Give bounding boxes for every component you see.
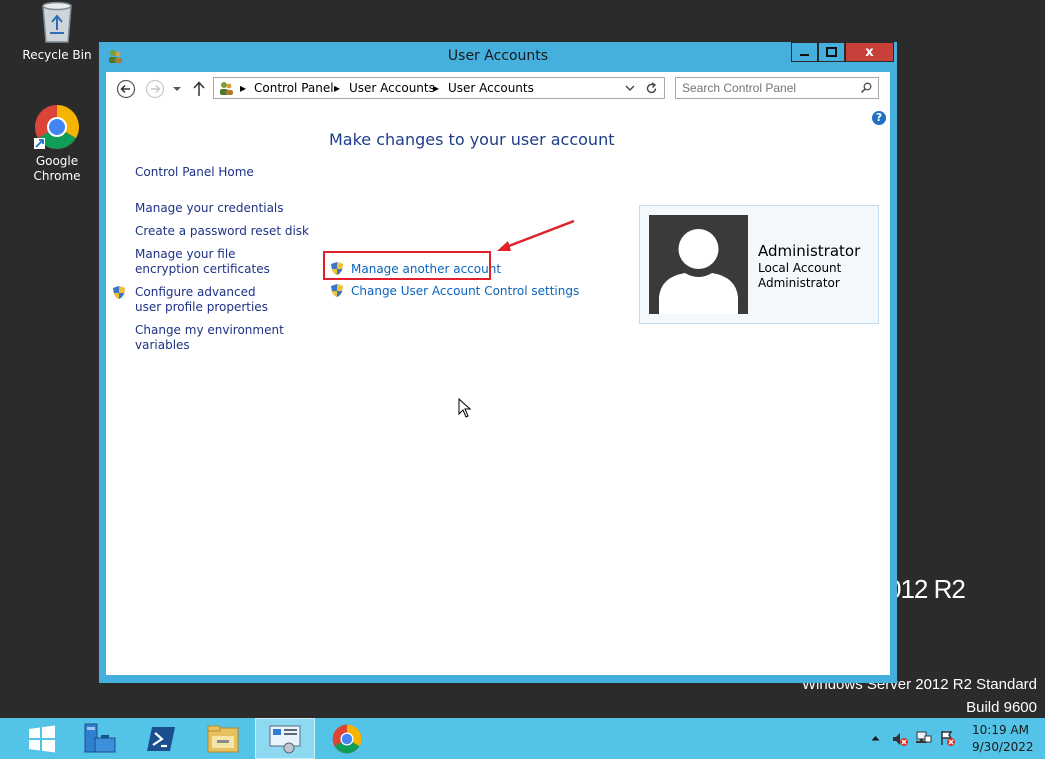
watermark-build: Build 9600 xyxy=(966,699,1037,716)
chrome-label-line1: Google xyxy=(35,154,79,168)
user-name: Administrator xyxy=(758,242,861,260)
breadcrumb-control-panel[interactable]: Control Panel xyxy=(254,81,334,95)
action-center-icon[interactable] xyxy=(939,730,956,747)
back-button[interactable] xyxy=(116,79,136,99)
taskbar-powershell[interactable] xyxy=(131,718,191,759)
powershell-icon xyxy=(147,726,175,751)
avatar xyxy=(649,215,748,314)
user-account-card: Administrator Local Account Administrato… xyxy=(639,205,879,324)
breadcrumb-separator-icon[interactable]: ▸ xyxy=(240,81,246,95)
breadcrumb-separator-icon[interactable]: ▸ xyxy=(334,81,340,95)
taskbar-control-panel[interactable] xyxy=(255,718,315,759)
user-accounts-window: User Accounts x ▸ Control Panel ▸ User A… xyxy=(99,42,897,683)
sidebar-link-control-panel-home[interactable]: Control Panel Home xyxy=(135,165,254,180)
volume-muted-icon[interactable] xyxy=(892,731,908,747)
start-button[interactable] xyxy=(14,718,70,759)
sidebar-link-file-encryption[interactable]: Manage your file encryption certificates xyxy=(135,247,295,277)
title-bar[interactable]: User Accounts x xyxy=(99,42,897,72)
sidebar-link-password-reset-disk[interactable]: Create a password reset disk xyxy=(135,224,309,239)
change-uac-settings-link[interactable]: Change User Account Control settings xyxy=(351,284,579,298)
breadcrumb-user-accounts[interactable]: User Accounts xyxy=(349,81,435,95)
server-manager-icon xyxy=(84,723,116,752)
watermark-r2: 012 R2 xyxy=(887,574,966,604)
annotation-arrow-icon xyxy=(497,219,575,251)
content-pane: ? Control Panel Home Manage your credent… xyxy=(106,108,890,675)
minimize-button[interactable] xyxy=(791,42,818,62)
control-panel-icon xyxy=(269,725,301,753)
help-icon[interactable]: ? xyxy=(872,111,886,125)
window-title: User Accounts xyxy=(447,48,549,64)
close-icon: x xyxy=(865,44,874,60)
taskbar-file-explorer[interactable] xyxy=(193,718,253,759)
chrome-icon xyxy=(332,724,362,753)
sidebar-link-advanced-profile[interactable]: Configure advanced user profile properti… xyxy=(135,285,285,315)
address-bar[interactable]: ▸ Control Panel ▸ User Accounts ▸ User A… xyxy=(213,77,665,99)
sidebar-link-manage-credentials[interactable]: Manage your credentials xyxy=(135,201,284,216)
recycle-bin-icon xyxy=(42,1,72,43)
search-icon[interactable] xyxy=(860,82,872,94)
chrome-label-line2: Chrome xyxy=(33,169,81,183)
clock-date[interactable]: 9/30/2022 xyxy=(972,740,1034,754)
breadcrumb-user-accounts-current[interactable]: User Accounts xyxy=(448,81,534,95)
mouse-cursor-icon xyxy=(458,398,472,418)
taskbar-chrome[interactable] xyxy=(317,718,377,759)
chrome-icon xyxy=(34,105,79,149)
desktop-icon-recycle-bin[interactable]: Recycle Bin xyxy=(17,0,97,63)
address-dropdown-icon[interactable] xyxy=(625,85,635,92)
recycle-bin-label: Recycle Bin xyxy=(22,48,92,62)
up-arrow-icon[interactable] xyxy=(192,81,206,97)
clock-time[interactable]: 10:19 AM xyxy=(972,723,1029,737)
uac-shield-icon xyxy=(113,286,125,299)
sidebar-link-environment-variables[interactable]: Change my environment variables xyxy=(135,323,285,353)
user-silhouette-icon xyxy=(659,229,738,314)
maximize-button[interactable] xyxy=(818,42,845,62)
desktop-icon-google-chrome[interactable]: Google Chrome xyxy=(17,104,97,184)
navigation-bar: ▸ Control Panel ▸ User Accounts ▸ User A… xyxy=(106,72,890,108)
recent-pages-icon[interactable] xyxy=(172,85,182,93)
highlight-box xyxy=(323,251,491,280)
windows-logo-icon xyxy=(29,725,55,752)
page-heading: Make changes to your user account xyxy=(329,130,615,149)
taskbar: 10:19 AM 9/30/2022 xyxy=(0,718,1045,759)
maximize-icon xyxy=(826,47,837,57)
folder-icon xyxy=(207,725,239,752)
breadcrumb-separator-icon[interactable]: ▸ xyxy=(433,81,439,95)
network-icon[interactable] xyxy=(915,730,932,747)
control-panel-icon xyxy=(220,82,233,95)
search-input[interactable] xyxy=(682,80,852,96)
search-box[interactable] xyxy=(675,77,879,99)
user-account-type: Local Account xyxy=(758,261,842,275)
uac-shield-icon xyxy=(331,284,343,297)
refresh-icon[interactable] xyxy=(645,82,658,95)
forward-button[interactable] xyxy=(145,79,165,99)
close-button[interactable]: x xyxy=(845,42,894,62)
show-hidden-icons-icon[interactable] xyxy=(871,735,880,741)
user-role: Administrator xyxy=(758,276,840,290)
minimize-icon xyxy=(800,54,809,56)
taskbar-server-manager[interactable] xyxy=(69,718,129,759)
